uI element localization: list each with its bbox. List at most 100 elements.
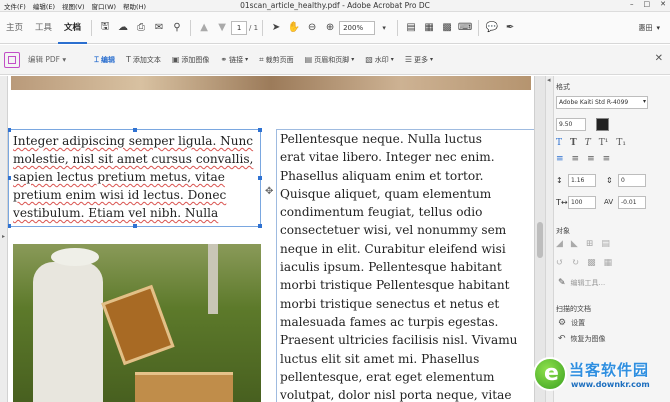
crop-pages-button[interactable]: ⌗ 裁剪页面 (259, 55, 294, 65)
scan-settings[interactable]: ⚙ 设置 (558, 318, 585, 328)
close-edit-icon[interactable]: ✕ (655, 53, 663, 64)
rotate-left-icon[interactable]: ↺ (556, 258, 564, 268)
menu-file[interactable]: 文件(F) (4, 1, 26, 11)
move-handle-icon[interactable]: ✥ (265, 186, 273, 197)
sign-icon[interactable]: ✒ (501, 19, 519, 37)
text-line[interactable]: iaculis ipsum. Pellentesque habitant (280, 258, 534, 276)
font-family-select[interactable]: Adobe Kaiti Std R-4099 (556, 96, 648, 109)
text-line[interactable]: malesuada fames ac turpis egestas. (280, 313, 534, 331)
text-style-bold-icon[interactable]: T (570, 138, 577, 148)
text-line[interactable]: Praesent ultricies facilisis nisl. Vivam… (280, 331, 534, 349)
zoom-dropdown-icon[interactable]: ▾ (375, 19, 393, 37)
resize-handle[interactable] (8, 128, 11, 132)
tab-home[interactable]: 主页 (0, 12, 29, 44)
revert-to-image[interactable]: ↶ 恢复为图像 (558, 334, 606, 344)
link-button[interactable]: ⚭ 链接 ▾ (220, 55, 248, 65)
scrollbar-thumb[interactable] (537, 222, 543, 258)
expand-left-icon[interactable]: ▸ (2, 233, 5, 240)
resize-handle[interactable] (8, 176, 11, 180)
text-line[interactable]: morbi tristique senectus et netus et (280, 295, 534, 313)
resize-handle[interactable] (8, 224, 11, 228)
tab-document[interactable]: 文档 (58, 12, 88, 44)
align-objects-icon[interactable]: ▤ (601, 239, 610, 249)
rotate-right-icon[interactable]: ↻ (572, 258, 580, 268)
menu-window[interactable]: 窗口(W) (92, 1, 117, 11)
resize-handle[interactable] (258, 224, 262, 228)
text-line[interactable]: pellentesque, erat eget elementum (280, 368, 534, 386)
hand-tool-icon[interactable]: ✋ (285, 19, 303, 37)
zoom-level-select[interactable]: 200% (339, 20, 376, 35)
horizontal-scale-select[interactable]: 100 (568, 196, 596, 209)
text-line[interactable]: erat vitae libero. Integer nec enim. (280, 148, 534, 166)
right-panel-toggle[interactable]: ◂ (546, 76, 554, 402)
comment-icon[interactable]: 💬 (483, 19, 501, 37)
add-image-button[interactable]: ▣ 添加图像 (172, 55, 210, 65)
font-color-swatch[interactable] (596, 118, 609, 131)
zoom-out-icon[interactable]: ⊖ (303, 19, 321, 37)
text-line[interactable]: condimentum feugiat, tellus odio (280, 203, 534, 221)
edit-using-tool[interactable]: ✎ 编辑工具... (558, 278, 605, 288)
arrange-icon[interactable]: ▦ (604, 258, 613, 268)
watermark-button[interactable]: ▧ 水印 ▾ (365, 55, 394, 65)
account-area[interactable]: 惠田 ▾ (638, 12, 660, 44)
tab-tools[interactable]: 工具 (29, 12, 58, 44)
header-footer-button[interactable]: ▤ 页眉和页脚 ▾ (305, 55, 355, 65)
scroll-mode-icon[interactable]: ▩ (438, 19, 456, 37)
text-line[interactable]: volutpat, dolor nisl porta neque, vitae (280, 386, 534, 402)
text-line[interactable]: Phasellus aliquam enim et tortor. (280, 167, 534, 185)
line-spacing-select[interactable]: 1.16 (568, 174, 596, 187)
text-style-italic-icon[interactable]: T (585, 138, 591, 148)
align-left-icon[interactable]: ≡ (556, 154, 564, 164)
align-justify-icon[interactable]: ≡ (603, 154, 611, 164)
collapse-right-icon[interactable]: ◂ (547, 76, 551, 84)
text-line[interactable]: molestie, nisl sit amet cursus convallis… (13, 150, 259, 168)
text-line[interactable]: sapien lectus pretium metus, vitae (13, 168, 259, 186)
previous-page-icon[interactable]: ▲ (195, 19, 213, 37)
text-style-normal-icon[interactable]: T (556, 138, 562, 148)
fit-page-icon[interactable]: ▤ (402, 19, 420, 37)
email-icon[interactable]: ✉ (150, 19, 168, 37)
keyboard-icon[interactable]: ⌨ (456, 19, 474, 37)
account-name[interactable]: 惠田 (638, 23, 652, 33)
align-center-icon[interactable]: ≡ (572, 154, 580, 164)
text-line[interactable]: Pellentesque neque. Nulla luctus (280, 130, 534, 148)
flip-horizontal-icon[interactable]: ◣ (571, 239, 578, 249)
text-line[interactable]: neque in elit. Curabitur eleifend wisi (280, 240, 534, 258)
text-line[interactable]: luctus elit sit amet mi. Phasellus (280, 350, 534, 368)
cloud-upload-icon[interactable]: ☁ (114, 19, 132, 37)
subscript-icon[interactable]: T₁ (616, 138, 626, 148)
resize-handle[interactable] (133, 224, 137, 228)
more-button[interactable]: ☰ 更多 ▾ (405, 55, 433, 65)
paragraph-spacing-select[interactable]: 0 (618, 174, 646, 187)
align-right-icon[interactable]: ≡ (587, 154, 595, 164)
beekeeper-photo[interactable] (13, 244, 261, 402)
next-page-icon[interactable]: ▼ (213, 19, 231, 37)
print-icon[interactable]: ⎙ (132, 19, 150, 37)
crop-image-icon[interactable]: ⊞ (586, 239, 594, 249)
account-dropdown-icon[interactable]: ▾ (656, 24, 660, 32)
add-text-button[interactable]: T 添加文本 (126, 55, 161, 65)
menu-help[interactable]: 帮助(H) (123, 1, 146, 11)
text-line[interactable]: Integer adipiscing semper ligula. Nunc (13, 132, 259, 150)
superscript-icon[interactable]: T¹ (599, 138, 609, 148)
menu-edit[interactable]: 编辑(E) (33, 1, 55, 11)
text-line[interactable]: vestibulum. Etiam vel nibh. Nulla (13, 204, 259, 222)
font-size-select[interactable]: 9.50 (556, 118, 586, 131)
read-mode-icon[interactable]: ▦ (420, 19, 438, 37)
text-line[interactable]: morbi tristique Pellentesque habitant (280, 276, 534, 294)
zoom-in-icon[interactable]: ⊕ (321, 19, 339, 37)
vertical-scrollbar[interactable] (534, 76, 545, 402)
search-icon[interactable]: ⚲ (168, 19, 186, 37)
left-panel-toggle[interactable]: ▸ (0, 76, 8, 402)
edit-button[interactable]: ⌶ 编辑 (94, 55, 115, 65)
edit-pdf-title[interactable]: 编辑 PDF ▾ (28, 54, 66, 65)
text-line[interactable]: Quisque aliquet, quam elementum (280, 185, 534, 203)
editable-text-column-1[interactable]: Integer adipiscing semper ligula. Nunc m… (13, 132, 259, 222)
font-dropdown-icon[interactable]: ▾ (643, 98, 646, 105)
flip-vertical-icon[interactable]: ◢ (556, 239, 563, 249)
maximize-button[interactable]: □ (644, 0, 651, 8)
save-icon[interactable]: 🖫 (96, 19, 114, 37)
menu-view[interactable]: 视图(V) (62, 1, 85, 11)
text-line[interactable]: consectetuer wisi, vel nonummy sem (280, 221, 534, 239)
replace-image-icon[interactable]: ▩ (587, 258, 596, 268)
